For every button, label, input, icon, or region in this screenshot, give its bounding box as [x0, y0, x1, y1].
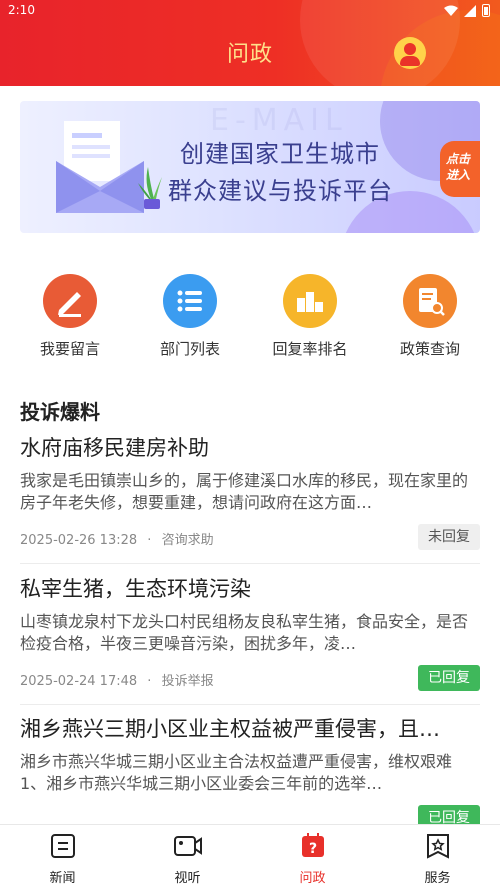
policy-search-icon: [403, 274, 457, 328]
status-badge: 已回复: [418, 665, 480, 691]
enter-label-1: 点击: [446, 152, 471, 166]
header: 2:10 问政: [0, 0, 500, 86]
divider: [20, 704, 480, 705]
status-badge: 未回复: [418, 524, 480, 550]
action-reply-ranking[interactable]: 回复率排名: [250, 270, 370, 359]
news-icon: [50, 834, 75, 858]
svg-text:?: ?: [308, 841, 316, 857]
app-screen: 2:10 问政 E-MAIL 创建国家卫生城市 群众建议与投诉平台 点击 进入 …: [0, 0, 500, 888]
envelope-icon: [56, 121, 144, 213]
bottom-nav: 新闻 视听 ? 问政 服务: [0, 824, 500, 888]
user-icon: [404, 43, 416, 55]
meta-separator: ·: [147, 674, 152, 689]
status-bar: 2:10: [0, 0, 500, 22]
quick-actions: 我要留言 部门列表 回复率排名 政策查询: [0, 270, 500, 360]
banner-subheading: 群众建议与投诉平台: [168, 177, 393, 205]
complaint-desc: 湘乡市燕兴华城三期小区业主合法权益遭严重侵害，维权艰难 1、湘乡市燕兴华城三期小…: [20, 752, 453, 793]
nav-service[interactable]: 服务: [375, 825, 500, 888]
complaint-date: 2025-02-26 13:28: [20, 533, 138, 548]
signal-icon: [464, 4, 476, 17]
complaint-date: 2025-02-24 17:48: [20, 674, 138, 689]
complaint-desc: 我家是毛田镇崇山乡的，属于修建溪口水库的移民，现在家里的房子年老失修，想要重建，…: [20, 471, 469, 512]
podium-icon: [283, 274, 337, 328]
complaint-title: 湘乡燕兴三期小区业主权益被严重侵害，且…: [20, 717, 440, 741]
profile-button[interactable]: [394, 37, 426, 69]
status-icons: [444, 4, 490, 17]
action-policy-search[interactable]: 政策查询: [370, 270, 490, 359]
nav-news[interactable]: 新闻: [0, 825, 125, 888]
complaint-category: 咨询求助: [161, 533, 214, 548]
banner-heading: 创建国家卫生城市: [180, 140, 380, 168]
action-label: 我要留言: [39, 340, 100, 358]
list-icon: [163, 274, 217, 328]
complaint-title: 水府庙移民建房补助: [20, 436, 209, 460]
plant-icon: [138, 167, 162, 209]
video-icon: [173, 836, 202, 856]
nav-label: 服务: [424, 871, 451, 886]
action-label: 政策查询: [399, 340, 460, 358]
banner-bg-text: E-MAIL: [210, 103, 348, 138]
nav-label: 问政: [299, 871, 326, 886]
action-leave-message[interactable]: 我要留言: [10, 270, 130, 359]
enter-label-2: 进入: [446, 168, 471, 182]
complaint-meta: 2025-02-24 17:48 · 投诉举报: [20, 670, 214, 689]
section-title: 投诉爆料: [20, 400, 100, 424]
inquiry-icon: ?: [301, 833, 324, 857]
banner-enter-button[interactable]: 点击 进入: [440, 141, 480, 197]
promo-banner[interactable]: E-MAIL 创建国家卫生城市 群众建议与投诉平台 点击 进入: [20, 101, 480, 233]
status-time: 2:10: [8, 3, 35, 17]
action-label: 部门列表: [159, 340, 220, 358]
action-label: 回复率排名: [272, 340, 348, 358]
divider: [20, 563, 480, 564]
complaint-title: 私宰生猪，生态环境污染: [20, 577, 251, 601]
nav-label: 视听: [174, 871, 201, 886]
meta-separator: ·: [147, 533, 152, 548]
complaint-category: 投诉举报: [161, 674, 214, 689]
user-icon-body: [400, 56, 420, 66]
nav-inquiry[interactable]: ? 问政: [250, 825, 375, 888]
action-department-list[interactable]: 部门列表: [130, 270, 250, 359]
wifi-icon: [444, 5, 458, 16]
nav-video[interactable]: 视听: [125, 825, 250, 888]
nav-label: 新闻: [49, 871, 76, 886]
service-icon: [426, 834, 449, 859]
complaint-meta: 2025-02-26 13:28 · 咨询求助: [20, 529, 214, 548]
battery-icon: [482, 4, 490, 17]
pen-icon: [43, 274, 97, 328]
complaint-desc: 山枣镇龙泉村下龙头口村民组杨友良私宰生猪，食品安全，是否检疫合格，半夜三更噪音污…: [20, 612, 469, 653]
